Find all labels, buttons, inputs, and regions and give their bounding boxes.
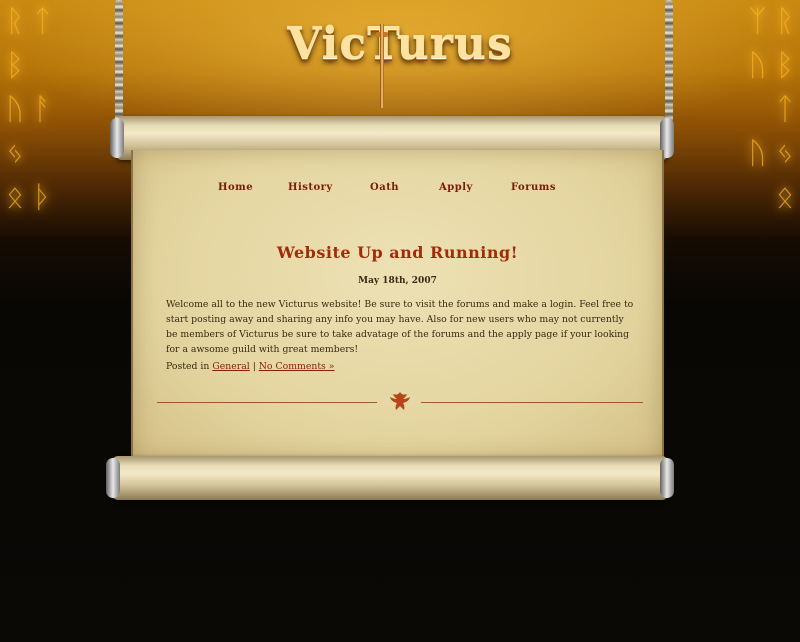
post-body: Welcome all to the new Victurus website!… bbox=[166, 299, 634, 355]
nav-history[interactable]: History bbox=[288, 182, 333, 193]
nav-oath[interactable]: Oath bbox=[370, 182, 399, 193]
phoenix-icon bbox=[387, 388, 413, 414]
nav-home[interactable]: Home bbox=[218, 182, 253, 193]
category-link[interactable]: General bbox=[212, 361, 249, 372]
scroll-roller-bottom bbox=[106, 456, 674, 500]
comments-link[interactable]: No Comments » bbox=[259, 361, 335, 372]
nav-forums[interactable]: Forums bbox=[511, 182, 556, 193]
divider-line-left bbox=[157, 402, 377, 403]
meta-separator: | bbox=[252, 361, 256, 372]
sword-icon bbox=[376, 10, 388, 108]
logo-text: VicTurus bbox=[287, 18, 513, 69]
site-logo[interactable]: VicTurus bbox=[0, 18, 800, 69]
post-title[interactable]: Website Up and Running! bbox=[133, 243, 662, 262]
nav-apply[interactable]: Apply bbox=[439, 182, 473, 193]
parchment-content: Home History Oath Apply Forums Website U… bbox=[131, 150, 664, 460]
divider-line-right bbox=[421, 402, 643, 403]
post-date: May 18th, 2007 bbox=[358, 276, 437, 286]
post-meta: Posted in General | No Comments » bbox=[166, 361, 334, 372]
posted-in-label: Posted in bbox=[166, 361, 210, 372]
main-nav: Home History Oath Apply Forums bbox=[133, 182, 662, 202]
